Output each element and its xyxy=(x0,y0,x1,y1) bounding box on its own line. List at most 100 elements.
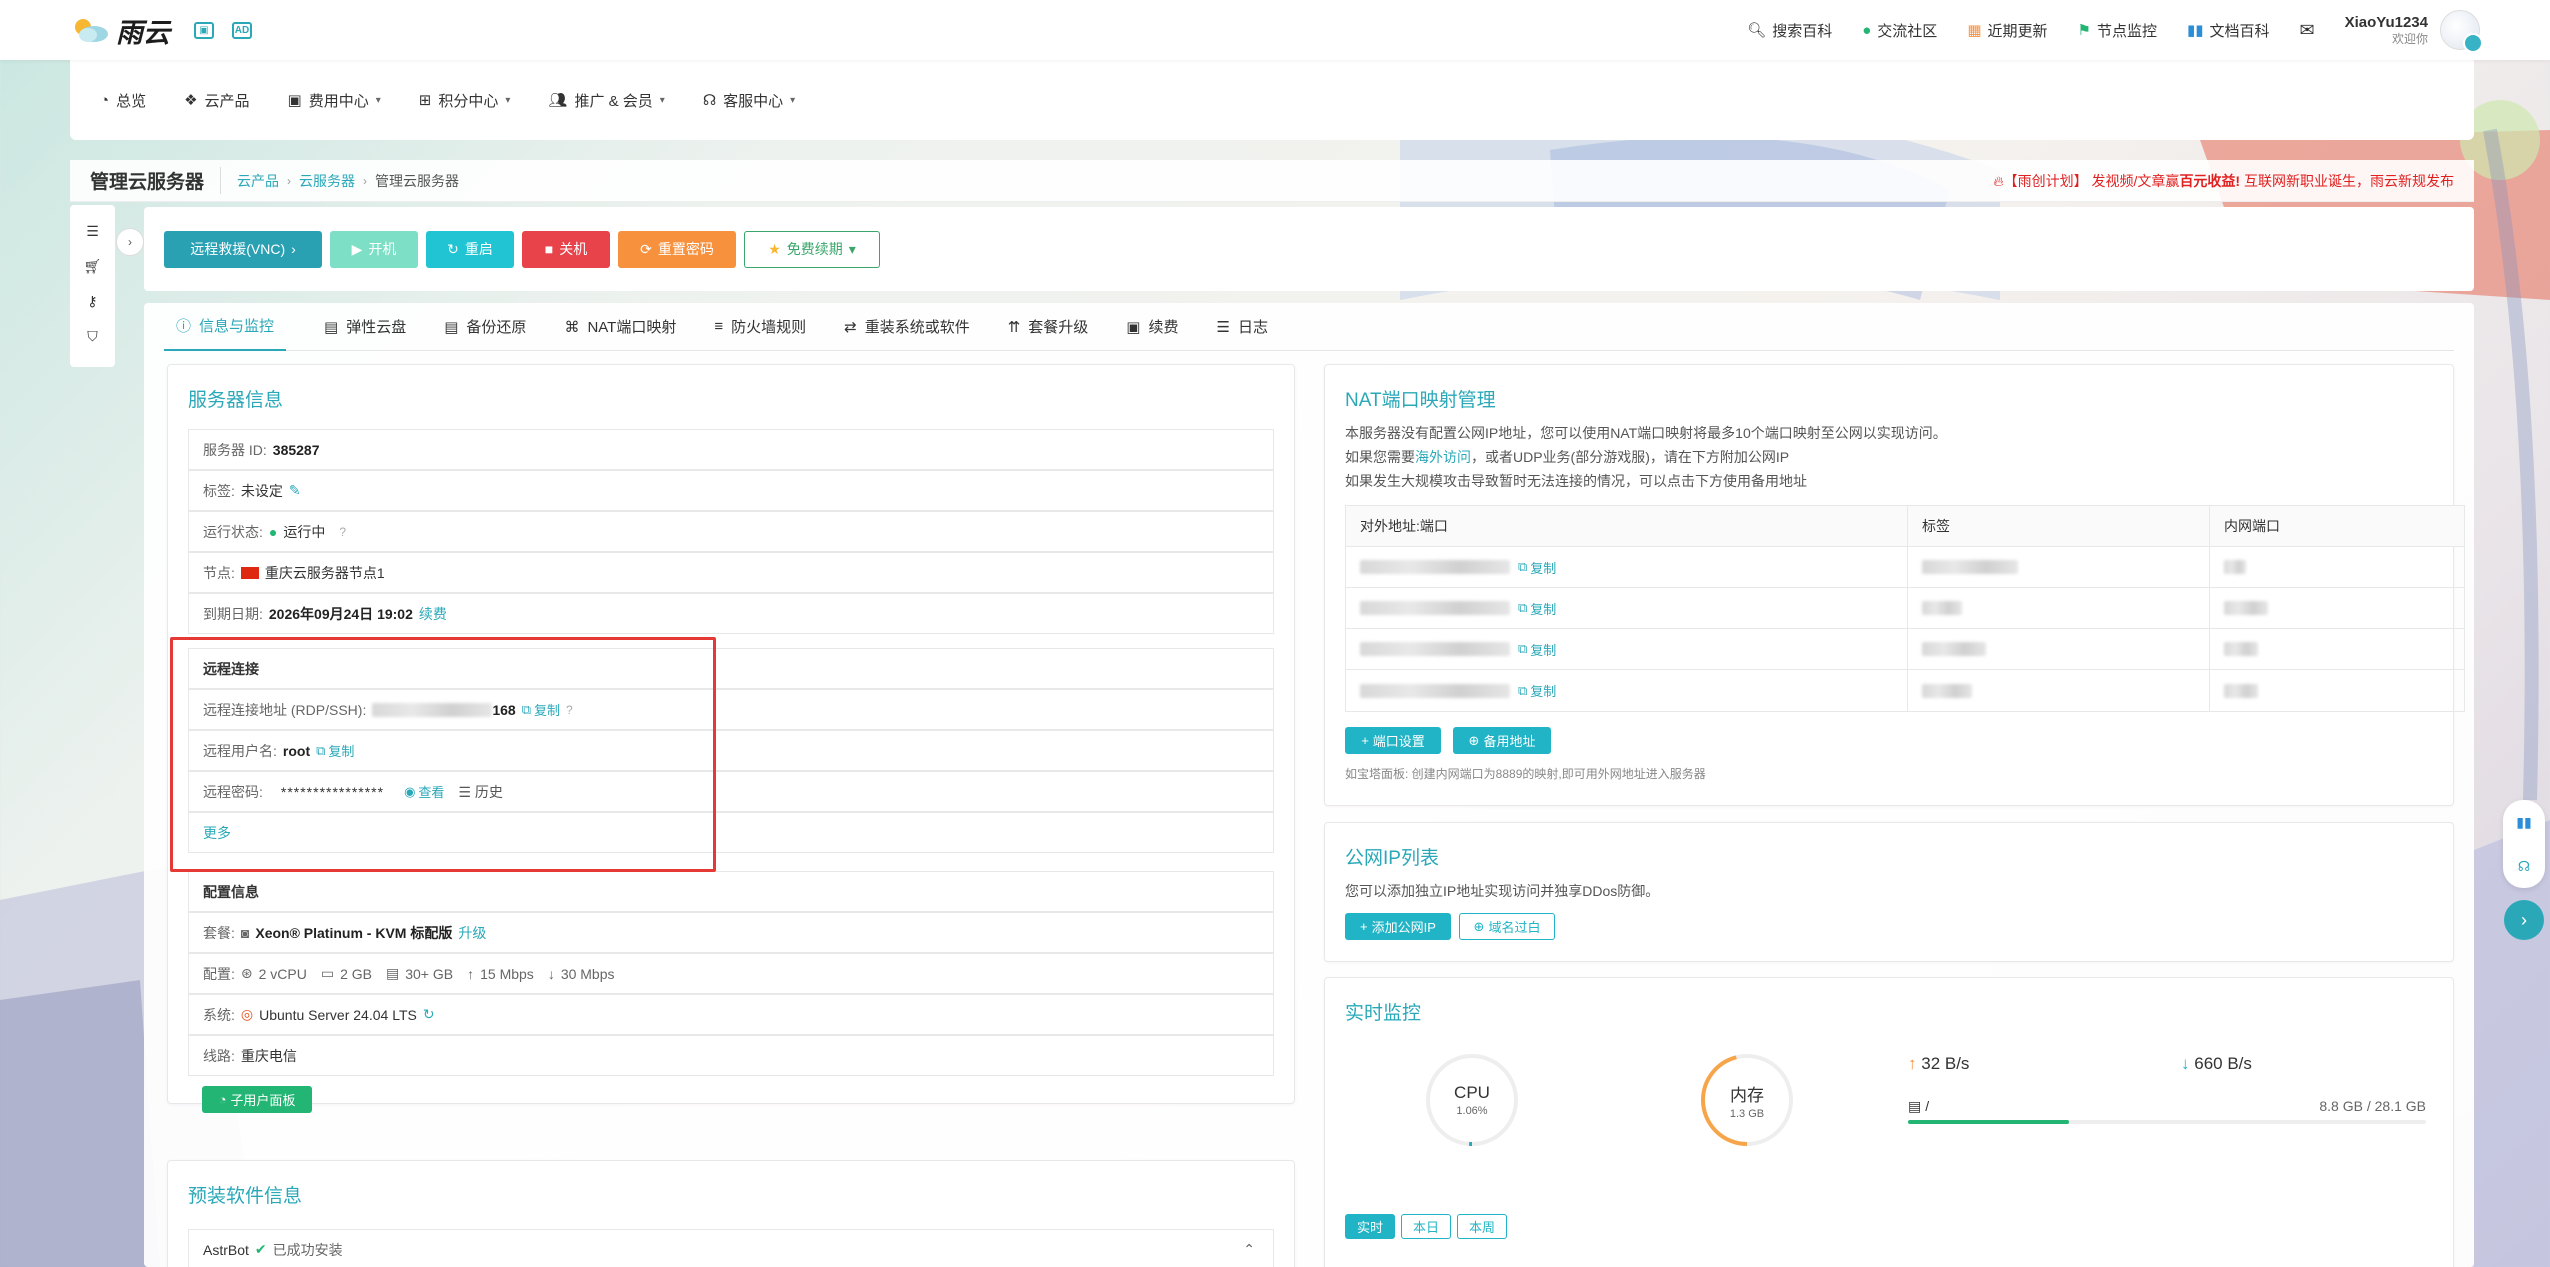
shutdown-button[interactable]: ■ 关机 xyxy=(522,230,610,268)
exchange-icon: ⇄ xyxy=(844,318,857,336)
copy-icon: ⧉ xyxy=(1518,559,1528,574)
cart-icon[interactable]: 🛒︎ xyxy=(84,258,102,275)
nav-overview[interactable]: ◔ 总览 xyxy=(100,90,146,111)
subuser-panel-button[interactable]: ◔ 子用户面板 xyxy=(202,1086,312,1113)
nav-promotion[interactable]: 👥︎ 推广 & 会员 ▾ xyxy=(548,90,664,111)
chevron-down-icon: ▾ xyxy=(505,94,511,106)
tab-cloud-disk[interactable]: ▤ 弹性云盘 xyxy=(324,303,406,351)
memory-icon: ▭ xyxy=(320,965,335,981)
chevron-right-icon: › xyxy=(287,173,292,188)
memory-gauge: 内存 1.3 GB xyxy=(1729,1085,1765,1120)
row-preinstall-item[interactable]: AstrBot ✔ 已成功安装 ⌃ xyxy=(188,1229,1274,1267)
backup-address-button[interactable]: ⊕ 备用地址 xyxy=(1453,727,1551,754)
download-rate: ↓ 660 B/s xyxy=(2181,1054,2252,1073)
topnav-search[interactable]: 🔍︎ 搜索百科 xyxy=(1747,20,1832,41)
nav-points[interactable]: ⊞ 积分中心 ▾ xyxy=(419,90,511,111)
tab-backup[interactable]: ▤ 备份还原 xyxy=(444,303,526,351)
ad-badge[interactable]: AD xyxy=(232,21,252,39)
card-title: NAT端口映射管理 xyxy=(1345,390,1496,411)
headset-icon[interactable]: ☊ xyxy=(2518,858,2530,875)
nat-card: NAT端口映射管理 本服务器没有配置公网IP地址，您可以使用NAT端口映射将最多… xyxy=(1324,364,2465,806)
sidebar-toggle-chevron-icon[interactable]: › xyxy=(116,228,144,256)
public-ip-card: 公网IP列表 您可以添加独立IP地址实现访问并独享DDos防御。 + 添加公网IP… xyxy=(1324,822,2454,962)
domain-whitelist-button[interactable]: ⊕ 域名过白 xyxy=(1459,913,1555,940)
user-info[interactable]: XiaoYu1234 欢迎你 xyxy=(2345,14,2428,46)
renew-link[interactable]: 续费 xyxy=(419,604,447,624)
tab-renew[interactable]: ▣ 续费 xyxy=(1126,303,1178,351)
range-today-button[interactable]: 本日 xyxy=(1401,1214,1451,1239)
gift-icon: ⊞ xyxy=(418,92,432,109)
breadcrumb-link[interactable]: 云服务器 xyxy=(299,171,355,191)
refresh-icon[interactable]: ↻ xyxy=(423,1006,435,1023)
key-icon[interactable]: ⚷ xyxy=(87,293,97,310)
cubes-icon: ❖ xyxy=(184,92,198,109)
range-week-button[interactable]: 本周 xyxy=(1457,1214,1507,1239)
copy-button[interactable]: ⧉ 复制 xyxy=(1518,681,1556,700)
plus-icon: + xyxy=(1360,919,1368,934)
tab-upgrade[interactable]: ⇈ 套餐升级 xyxy=(1008,303,1089,351)
help-icon[interactable]: ? xyxy=(339,525,346,539)
copy-button[interactable]: ⧉ 复制 xyxy=(1518,558,1556,577)
copy-icon: ⧉ xyxy=(1518,682,1528,698)
image-icon[interactable]: ▣ xyxy=(194,21,214,39)
breadcrumb-link[interactable]: 云产品 xyxy=(237,171,279,191)
mail-icon[interactable]: ✉ xyxy=(2300,20,2315,41)
nav-billing[interactable]: ▣ 费用中心 ▾ xyxy=(288,90,381,111)
nav-support[interactable]: ☊ 客服中心 ▾ xyxy=(703,90,795,111)
reboot-button[interactable]: ↻ 重启 xyxy=(426,230,514,268)
logo[interactable]: 雨云 ▣ AD xyxy=(70,11,252,50)
add-public-ip-button[interactable]: + 添加公网IP xyxy=(1345,913,1451,940)
money-icon: ▣ xyxy=(1126,318,1141,336)
vnc-button[interactable]: 远程救援(VNC) › xyxy=(164,230,322,268)
preinstall-card: 预装软件信息 AstrBot ✔ 已成功安装 ⌃ xyxy=(167,1160,1295,1267)
info-icon: ⓘ xyxy=(176,318,192,335)
overseas-link[interactable]: 海外访问 xyxy=(1415,449,1471,465)
book-icon: ▮▮ xyxy=(2186,22,2204,39)
port-settings-button[interactable]: + 端口设置 xyxy=(1345,727,1441,754)
masked-address xyxy=(1360,601,1510,615)
sync-icon: ⟳ xyxy=(640,240,652,257)
card-title: 服务器信息 xyxy=(188,390,284,411)
reset-password-button[interactable]: ⟳ 重置密码 xyxy=(618,230,736,268)
row-spec: 配置: ⊛ 2 vCPU ▭ 2 GB ▤ 30+ GB ↑ 15 Mbps ↓ 30 Mbps xyxy=(188,953,1274,994)
masked-address xyxy=(1360,642,1510,656)
floating-toolbar: ▮▮ ☊ xyxy=(2503,800,2545,888)
copy-icon: ⧉ xyxy=(1518,600,1528,615)
tab-reinstall[interactable]: ⇄ 重装系统或软件 xyxy=(844,303,970,351)
avatar[interactable] xyxy=(2440,10,2483,53)
chat-icon: ● xyxy=(1862,21,1872,39)
promo-banner[interactable]: 🔥︎【雨创计划】 发视频/文章赢百元收益! 互联网新职业诞生，雨云新规发布 xyxy=(1993,171,2454,191)
server-icon[interactable]: ☰ xyxy=(86,223,99,240)
expand-chevron-icon[interactable]: › xyxy=(2504,900,2544,940)
topnav-community[interactable]: ● 交流社区 xyxy=(1862,20,1937,41)
nat-desc-2: 如果您需要海外访问，或者UDP业务(部分游戏服)，请在下方附加公网IP xyxy=(1345,449,1790,465)
copy-button[interactable]: ⧉ 复制 xyxy=(1518,640,1556,659)
chevron-right-icon: › xyxy=(363,173,368,188)
star-icon: ★ xyxy=(768,240,781,257)
topnav-updates[interactable]: ▦ 近期更新 xyxy=(1967,20,2047,41)
tab-nat[interactable]: ⌘ NAT端口映射 xyxy=(564,303,676,351)
copy-button[interactable]: ⧉ 复制 xyxy=(1518,599,1556,618)
masked-tag xyxy=(1922,601,1962,615)
free-renew-button[interactable]: ★ 免费续期 ▾ xyxy=(744,230,880,268)
chevron-up-icon: ⌃ xyxy=(1243,1241,1255,1257)
nav-products[interactable]: ❖ 云产品 xyxy=(184,90,249,111)
range-realtime-button[interactable]: 实时 xyxy=(1345,1214,1395,1239)
masked-tag xyxy=(1922,683,1972,698)
edit-icon[interactable]: ✎ xyxy=(289,482,301,499)
breadcrumb: 管理云服务器 云产品 › 云服务器 › 管理云服务器 🔥︎【雨创计划】 发视频/… xyxy=(70,160,2474,202)
shield-icon[interactable]: ⛉ xyxy=(87,328,98,345)
book-icon[interactable]: ▮▮ xyxy=(2516,814,2531,831)
brand-name: 雨云 xyxy=(116,17,170,48)
public-ip-desc: 您可以添加独立IP地址实现访问并独享DDos防御。 xyxy=(1345,883,1660,899)
globe-icon: ⊕ xyxy=(1468,732,1480,748)
start-button[interactable]: ▶ 开机 xyxy=(330,230,418,268)
topnav-docs[interactable]: ▮▮ 文档百科 xyxy=(2187,20,2270,41)
topnav-node-monitor[interactable]: ⚑ 节点监控 xyxy=(2078,20,2157,41)
tab-log[interactable]: ☰ 日志 xyxy=(1217,303,1268,351)
card-title: 公网IP列表 xyxy=(1345,848,1439,869)
tab-firewall[interactable]: ≡ 防火墙规则 xyxy=(714,303,806,351)
upgrade-link[interactable]: 升级 xyxy=(458,923,486,943)
masked-address xyxy=(1360,683,1510,698)
tab-info-monitor[interactable]: ⓘ 信息与监控 xyxy=(164,303,287,351)
